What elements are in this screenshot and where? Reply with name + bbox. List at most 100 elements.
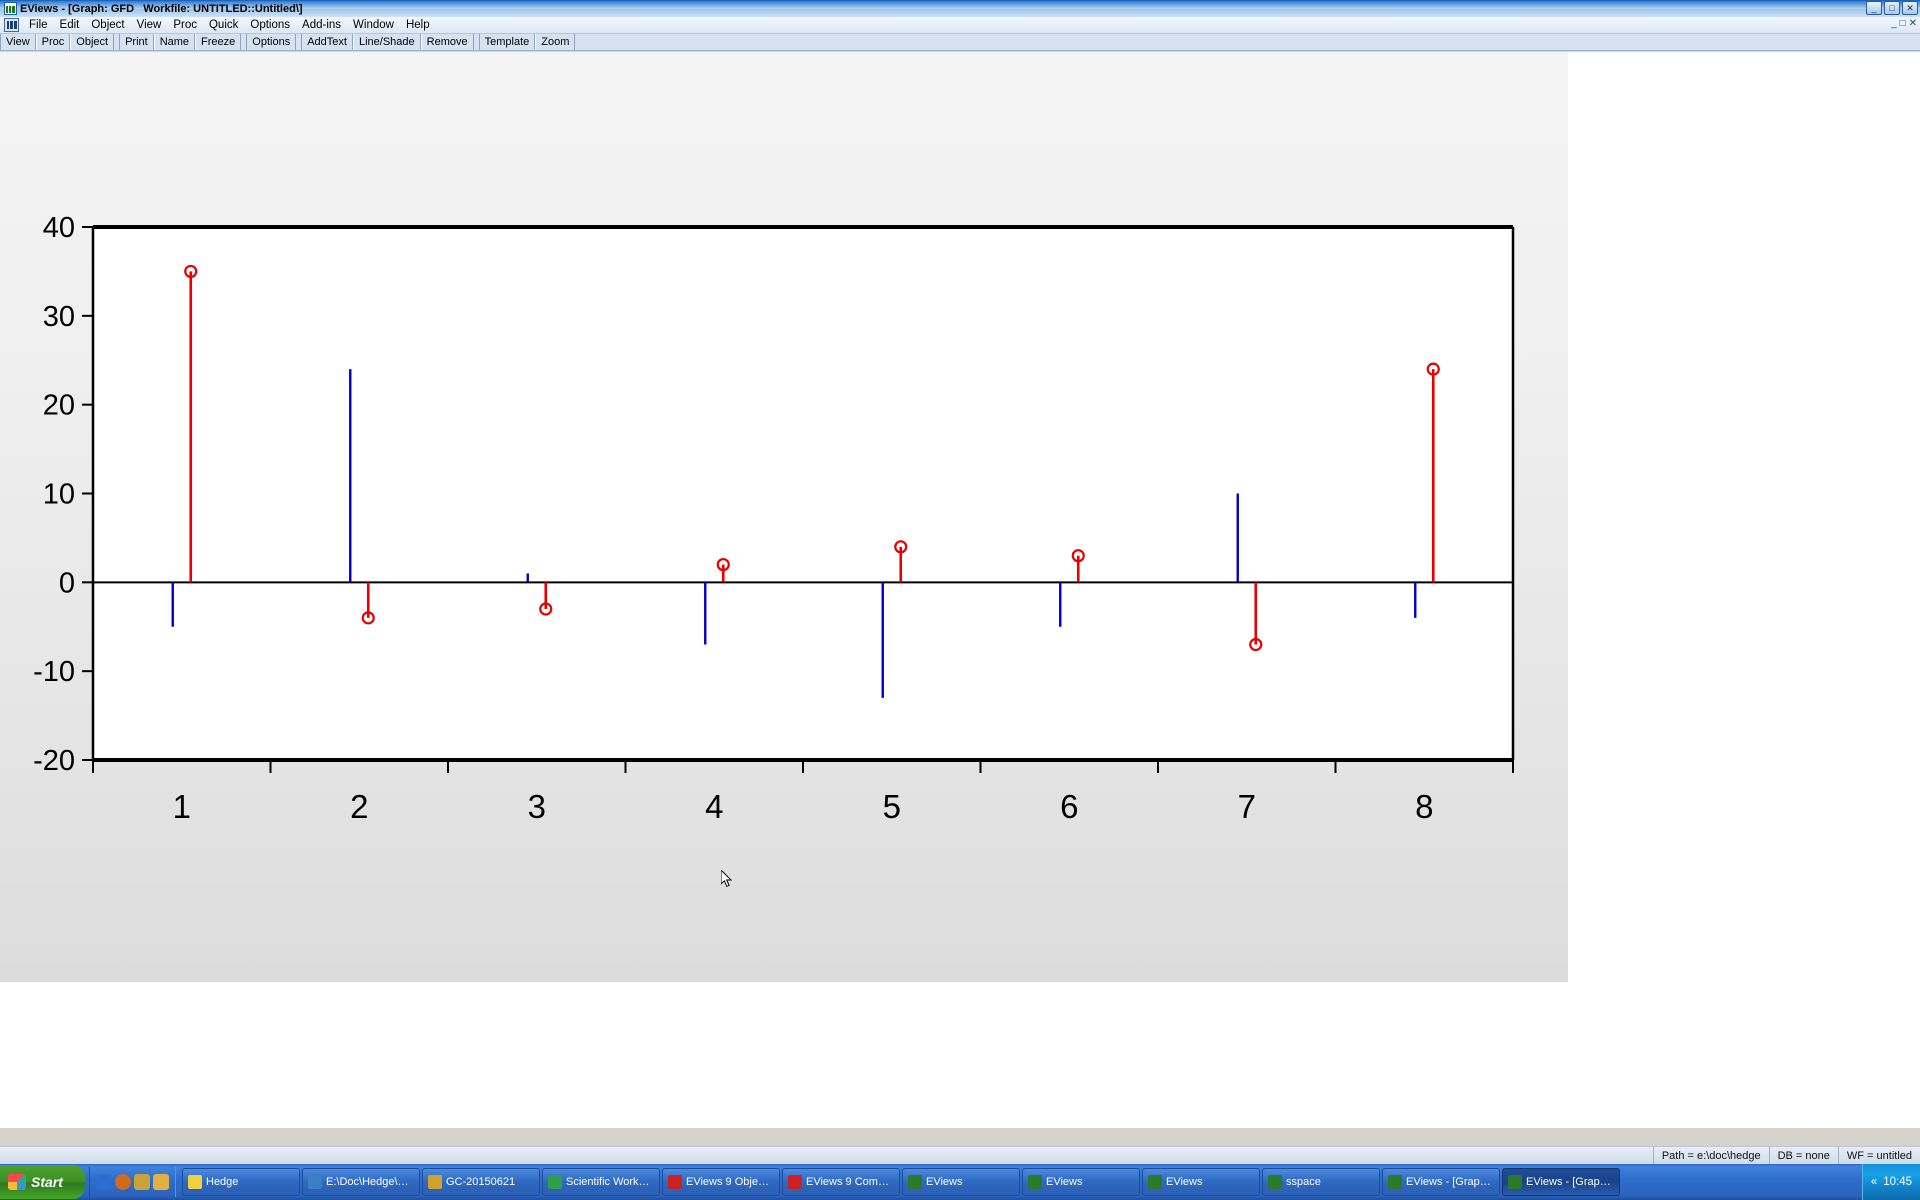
x-axis-tick-label: 8 <box>1415 788 1433 825</box>
window-controls[interactable]: _ □ ✕ <box>1866 1 1918 15</box>
taskbar-item[interactable]: EViews <box>1022 1168 1140 1196</box>
taskbar-item-icon <box>908 1175 922 1189</box>
taskbar-item[interactable]: EViews - [Graph: GF... <box>1382 1168 1500 1196</box>
stem-chart[interactable]: 40 30 20 10 0 -10 -20 1 2 3 4 5 6 7 8 <box>0 52 1568 982</box>
taskbar-item-icon <box>188 1175 202 1189</box>
menu-item-help[interactable]: Help <box>400 18 436 32</box>
toolbar-button-template[interactable]: Template <box>478 34 536 50</box>
child-minimize-button[interactable]: _ <box>1891 19 1897 29</box>
status-bar: Path = e:\doc\hedge DB = none WF = untit… <box>0 1146 1920 1165</box>
taskbar-item-icon <box>428 1175 442 1189</box>
child-window-controls[interactable]: _ □ ✕ <box>1891 19 1917 29</box>
menu-item-quick[interactable]: Quick <box>203 18 244 32</box>
graph-toolbar[interactable]: View Proc Object Print Name Freeze Optio… <box>0 34 1920 51</box>
menu-item-edit[interactable]: Edit <box>54 18 86 32</box>
taskbar-item[interactable]: EViews <box>902 1168 1020 1196</box>
toolbar-button-remove[interactable]: Remove <box>420 34 474 50</box>
plot-background <box>93 227 1513 760</box>
toolbar-button-options[interactable]: Options <box>246 34 297 50</box>
taskbar-item-label: GC-20150621 <box>446 1176 516 1188</box>
toolbar-button-zoom[interactable]: Zoom <box>535 34 576 50</box>
taskbar-item-label: Scientific WorkPlace <box>566 1176 654 1188</box>
taskbar-item[interactable]: EViews - [Graph: ... <box>1502 1168 1620 1196</box>
toolbar-group-template: Template Zoom <box>478 34 576 50</box>
taskbar-window-list[interactable]: Hedge E:\Doc\Hedge\Test-... GC-20150621 Sci… <box>176 1168 1862 1196</box>
window-title: EViews - [Graph: GFD Workfile: UNTITLED:… <box>20 2 303 15</box>
menu-item-addins[interactable]: Add-ins <box>296 18 347 32</box>
toolbar-button-proc[interactable]: Proc <box>35 34 71 50</box>
internet-explorer-icon[interactable] <box>96 1174 112 1190</box>
status-path: Path = e:\doc\hedge <box>1652 1146 1769 1165</box>
x-axis-tick-label: 1 <box>173 788 191 825</box>
x-axis-tick-label: 5 <box>883 788 901 825</box>
toolbar-button-freeze[interactable]: Freeze <box>195 34 242 50</box>
folder-icon[interactable] <box>153 1174 169 1190</box>
taskbar-item[interactable]: EViews 9 Object Ref... <box>662 1168 780 1196</box>
taskbar-item-label: EViews 9 Command ... <box>806 1176 894 1188</box>
y-axis-tick-label: 0 <box>59 567 75 599</box>
taskbar-item[interactable]: Scientific WorkPlace <box>542 1168 660 1196</box>
toolbar-group-annotate: AddText Line/Shade Remove <box>301 34 474 50</box>
taskbar-item-icon <box>1388 1175 1402 1189</box>
x-axis-tick-label: 7 <box>1238 788 1256 825</box>
toolbar-button-name[interactable]: Name <box>153 34 196 50</box>
workspace: 40 30 20 10 0 -10 -20 1 2 3 4 5 6 7 8 <box>0 52 1920 1128</box>
menu-item-object[interactable]: Object <box>85 18 130 32</box>
taskbar-item-icon <box>1268 1175 1282 1189</box>
media-player-icon[interactable] <box>115 1174 131 1190</box>
email-icon[interactable] <box>134 1174 150 1190</box>
x-axis-tick-label: 3 <box>528 788 546 825</box>
tray-chevron-icon[interactable]: « <box>1871 1176 1877 1188</box>
tray-clock[interactable]: 10:45 <box>1883 1176 1912 1188</box>
toolbar-button-object[interactable]: Object <box>70 34 115 50</box>
toolbar-button-print[interactable]: Print <box>119 34 154 50</box>
close-button[interactable]: ✕ <box>1902 1 1918 15</box>
y-axis-tick-label: -10 <box>33 656 75 688</box>
x-axis-tick-label: 6 <box>1060 788 1078 825</box>
taskbar-item[interactable]: sspace <box>1262 1168 1380 1196</box>
taskbar-item[interactable]: GC-20150621 <box>422 1168 540 1196</box>
toolbar-button-lineshade[interactable]: Line/Shade <box>352 34 421 50</box>
y-axis-tick-label: 20 <box>43 390 75 422</box>
y-axis-tick-label: 40 <box>43 212 75 244</box>
taskbar-item[interactable]: EViews 9 Command ... <box>782 1168 900 1196</box>
graph-canvas[interactable]: 40 30 20 10 0 -10 -20 1 2 3 4 5 6 7 8 <box>0 52 1568 982</box>
child-close-button[interactable]: ✕ <box>1909 19 1917 29</box>
menu-item-file[interactable]: File <box>23 18 54 32</box>
system-tray[interactable]: « 10:45 <box>1861 1164 1920 1200</box>
workfile-icon[interactable] <box>4 18 19 32</box>
toolbar-button-view[interactable]: View <box>0 34 36 50</box>
taskbar-item[interactable]: EViews <box>1142 1168 1260 1196</box>
menu-item-proc[interactable]: Proc <box>167 18 203 32</box>
toolbar-button-addtext[interactable]: AddText <box>301 34 353 50</box>
taskbar-item-icon <box>788 1175 802 1189</box>
taskbar-item[interactable]: E:\Doc\Hedge\Test-... <box>302 1168 420 1196</box>
taskbar-item-label: EViews <box>926 1176 963 1188</box>
menu-bar[interactable]: File Edit Object View Proc Quick Options… <box>0 17 1920 34</box>
menu-item-options[interactable]: Options <box>244 18 296 32</box>
y-axis-tick-label: 10 <box>43 479 75 511</box>
taskbar-item-label: EViews <box>1166 1176 1203 1188</box>
toolbar-group-file: Print Name Freeze <box>119 34 242 50</box>
window-title-bar[interactable]: EViews - [Graph: GFD Workfile: UNTITLED:… <box>0 0 1920 17</box>
y-axis-tick-label: -20 <box>33 745 75 777</box>
y-axis-tick-label: 30 <box>43 301 75 333</box>
taskbar-item-label: Hedge <box>206 1176 239 1188</box>
taskbar-item-label: EViews 9 Object Ref... <box>686 1176 774 1188</box>
eviews-app-icon <box>4 2 17 15</box>
minimize-button[interactable]: _ <box>1866 1 1882 15</box>
taskbar-item-icon <box>1508 1175 1522 1189</box>
taskbar-item[interactable]: Hedge <box>182 1168 300 1196</box>
start-button-label: Start <box>31 1174 63 1190</box>
menu-item-view[interactable]: View <box>131 18 168 32</box>
taskbar-item-icon <box>548 1175 562 1189</box>
taskbar-item-icon <box>1148 1175 1162 1189</box>
quick-launch-bar[interactable] <box>89 1167 176 1197</box>
start-button[interactable]: Start <box>0 1165 85 1199</box>
maximize-button[interactable]: □ <box>1884 1 1900 15</box>
status-workfile: WF = untitled <box>1837 1146 1920 1165</box>
taskbar[interactable]: Start Hedge E:\Doc\Hedge\Test-... GC-20150… <box>0 1164 1920 1200</box>
child-restore-button[interactable]: □ <box>1900 19 1906 29</box>
taskbar-item-icon <box>1028 1175 1042 1189</box>
menu-item-window[interactable]: Window <box>347 18 400 32</box>
